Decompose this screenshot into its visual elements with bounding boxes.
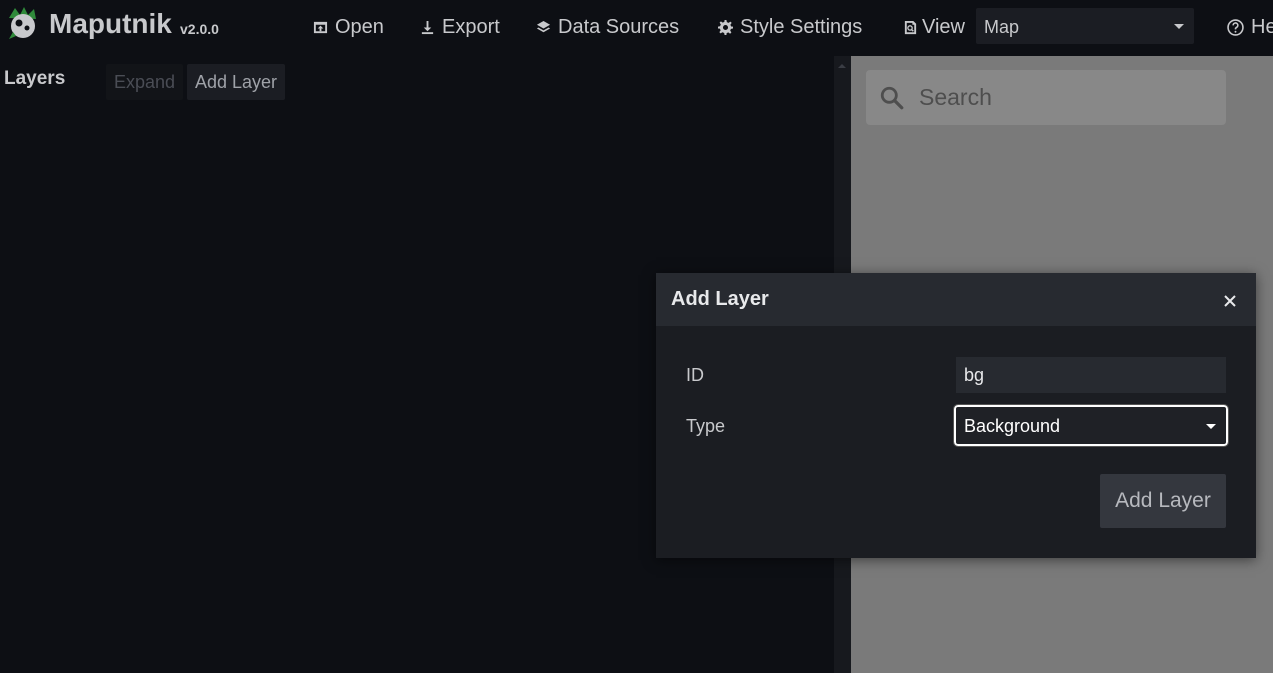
chevron-down-icon	[1206, 424, 1216, 429]
search-icon	[880, 86, 904, 109]
help-button[interactable]: He	[1227, 14, 1273, 40]
scroll-up-arrow-icon[interactable]	[838, 64, 846, 68]
layer-type-select[interactable]: Background	[953, 404, 1229, 447]
toolbar: Maputnik v2.0.0 Open Export Data Sources…	[0, 0, 1273, 56]
maputnik-logo-icon[interactable]	[6, 6, 40, 40]
view-icon	[904, 20, 917, 34]
view-button[interactable]: View	[903, 14, 965, 40]
map-search-box[interactable]	[866, 70, 1226, 125]
map-search-input[interactable]	[919, 84, 1199, 111]
layers-icon	[536, 20, 551, 32]
layer-type-value: Background	[964, 416, 1061, 436]
expand-button[interactable]: Expand	[106, 64, 184, 100]
view-label: View	[922, 15, 965, 38]
type-label: Type	[686, 416, 726, 436]
view-select[interactable]: Map	[976, 8, 1194, 44]
data-sources-button[interactable]: Data Sources	[536, 14, 679, 40]
layer-id-input[interactable]	[956, 357, 1226, 393]
open-label: Open	[335, 15, 384, 38]
help-icon	[1227, 18, 1244, 36]
open-button[interactable]: Open	[313, 14, 384, 40]
gear-icon	[718, 19, 733, 35]
layers-title: Layers	[4, 68, 66, 89]
modal-title: Add Layer	[671, 288, 769, 310]
close-icon[interactable]	[1222, 293, 1238, 309]
download-icon	[421, 20, 434, 34]
app-version: v2.0.0	[180, 21, 219, 37]
add-layer-modal: Add Layer ID Type Background Add Layer	[656, 273, 1256, 558]
modal-header: Add Layer	[656, 273, 1256, 326]
id-label: ID	[686, 365, 704, 385]
style-settings-button[interactable]: Style Settings	[718, 14, 862, 40]
style-settings-label: Style Settings	[740, 15, 863, 38]
open-icon	[313, 21, 328, 33]
export-button[interactable]: Export	[420, 14, 500, 40]
chevron-down-icon	[1174, 24, 1184, 29]
add-layer-button[interactable]: Add Layer	[187, 64, 286, 100]
view-select-value: Map	[984, 17, 1020, 37]
data-sources-label: Data Sources	[558, 15, 680, 38]
help-label: He	[1251, 15, 1273, 38]
export-label: Export	[442, 15, 500, 38]
app-name: Maputnik	[49, 8, 172, 39]
add-layer-submit-button[interactable]: Add Layer	[1100, 474, 1226, 528]
